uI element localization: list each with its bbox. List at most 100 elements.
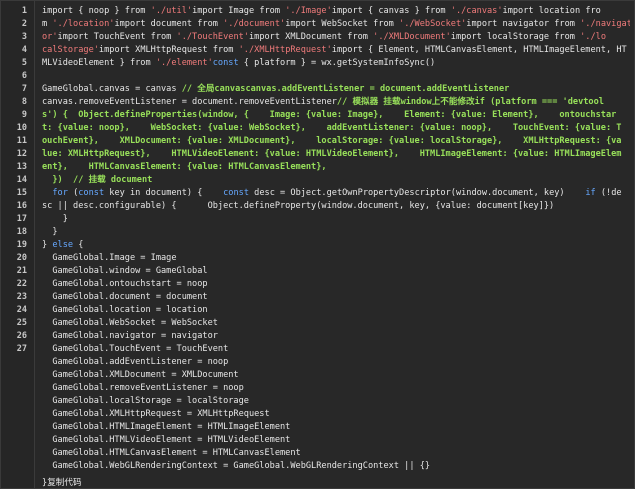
- line-number: 18: [16, 227, 27, 237]
- code-token: './document': [223, 19, 286, 29]
- code-token: const: [223, 188, 249, 198]
- code-token: './element': [155, 58, 213, 68]
- code-token: './util': [150, 6, 193, 16]
- code-line: }: [42, 213, 630, 226]
- code-token: or': [42, 32, 58, 42]
- line-number: 14: [16, 175, 27, 185]
- code-token: for: [52, 188, 68, 198]
- line-number: 5: [21, 58, 27, 68]
- code-line: } else {: [42, 239, 630, 252]
- code-line: GameGlobal.canvas = canvas // 全局canvasca…: [42, 83, 630, 96]
- code-token: {: [73, 240, 84, 250]
- code-token: import TouchEvent from: [57, 32, 177, 42]
- line-number: 4: [21, 45, 27, 55]
- line-number: 21: [16, 266, 27, 276]
- code-line: GameGlobal.HTMLVideoElement = HTMLVideoE…: [42, 434, 630, 447]
- code-line: or'import TouchEvent from './TouchEvent'…: [42, 31, 630, 44]
- code-token: const: [212, 58, 239, 68]
- copy-code-button[interactable]: 复制代码: [47, 478, 81, 488]
- line-number: 19: [16, 240, 27, 250]
- code-token: const: [78, 188, 105, 198]
- line-number: 22: [16, 279, 27, 289]
- code-token: import XMLHttpRequest from: [98, 45, 239, 55]
- line-number: 3: [21, 32, 27, 42]
- code-token: ouchEvent}, XMLDocument: {value: XMLDocu…: [42, 136, 622, 146]
- code-token: GameGlobal.canvas = canvas: [42, 84, 182, 94]
- code-token: }: [42, 227, 58, 237]
- code-line: GameGlobal.HTMLCanvasElement = HTMLCanva…: [42, 447, 630, 460]
- code-line: ent}, HTMLCanvasElement: {value: HTMLCan…: [42, 161, 630, 174]
- code-token: GameGlobal.XMLHttpRequest = XMLHttpReque…: [42, 409, 270, 419]
- code-line: import { noop } from './util'import Imag…: [42, 5, 630, 18]
- code-token: import { canvas } from: [331, 6, 451, 16]
- code-token: import { noop } from: [42, 6, 151, 16]
- code-token: GameGlobal.WebGLRenderingContext = GameG…: [42, 461, 431, 471]
- line-number: 27: [16, 344, 27, 354]
- code-block: 1 2 3 4 5 6 7 8 9 10 11 12 13 14 15 16 17 18 19 20 21 22 23 24 2…: [0, 0, 635, 489]
- code-token: MLVideoElement } from: [42, 58, 156, 68]
- code-token: GameGlobal.Image = Image: [42, 253, 177, 263]
- code-line: s') { Object.defineProperties(window, { …: [42, 109, 630, 122]
- code-content[interactable]: import { noop } from './util'import Imag…: [42, 5, 630, 473]
- code-token: }: [42, 240, 53, 250]
- code-line: GameGlobal.removeEventListener = noop: [42, 382, 630, 395]
- code-line: GameGlobal.window = GameGlobal: [42, 265, 630, 278]
- code-line: GameGlobal.WebGLRenderingContext = GameG…: [42, 460, 630, 473]
- code-line: lue: XMLHttpRequest}, HTMLVideoElement: …: [42, 148, 630, 161]
- code-token: GameGlobal.window = GameGlobal: [42, 266, 208, 276]
- line-number: 15: [16, 188, 27, 198]
- code-line: }) // 挂载 document: [42, 174, 630, 187]
- line-number: 26: [16, 331, 27, 341]
- line-number: 20: [16, 253, 27, 263]
- code-token: import document from: [114, 19, 224, 29]
- code-token: sc || desc.configurable) { Object.define…: [42, 201, 555, 211]
- code-token: GameGlobal.HTMLImageElement = HTMLImageE…: [42, 422, 291, 432]
- code-token: GameGlobal.document = document: [42, 292, 208, 302]
- code-footer: }复制代码: [42, 477, 82, 488]
- code-token: key in document) {: [104, 188, 224, 198]
- line-number: 2: [21, 19, 27, 29]
- line-number: 25: [16, 318, 27, 328]
- code-token: import location fro: [502, 6, 601, 16]
- line-number: 6: [21, 71, 27, 81]
- line-number: 9: [21, 110, 27, 120]
- code-token: (!de: [595, 188, 622, 198]
- code-token: GameGlobal.TouchEvent = TouchEvent: [42, 344, 229, 354]
- code-line: GameGlobal.Image = Image: [42, 252, 630, 265]
- code-token: GameGlobal.WebSocket = WebSocket: [42, 318, 218, 328]
- line-number: 1: [21, 6, 27, 16]
- code-line: for (const key in document) { const desc…: [42, 187, 630, 200]
- line-number-gutter: 1 2 3 4 5 6 7 8 9 10 11 12 13 14 15 16 17 18 19 20 21 22 23 24 2…: [1, 1, 35, 488]
- code-line: GameGlobal.localStorage = localStorage: [42, 395, 630, 408]
- code-line: MLVideoElement } from './element'const {…: [42, 57, 630, 70]
- code-token: import { Element, HTMLCanvasElement, HTM…: [331, 45, 627, 55]
- code-token: (: [67, 188, 79, 198]
- code-line: t: {value: noop}, WebSocket: {value: Web…: [42, 122, 630, 135]
- code-token: './XMLDocument': [373, 32, 451, 42]
- code-token: import Image from: [192, 6, 286, 16]
- code-line: }: [42, 226, 630, 239]
- code-token: else: [52, 240, 74, 250]
- code-token: canvas.removeEventListener = document.re…: [42, 97, 337, 107]
- code-line: GameGlobal.HTMLImageElement = HTMLImageE…: [42, 421, 630, 434]
- code-token: GameGlobal.ontouchstart = noop: [42, 279, 208, 289]
- code-token: }: [42, 214, 68, 224]
- code-token: m: [42, 19, 53, 29]
- code-token: GameGlobal.HTMLVideoElement = HTMLVideoE…: [42, 435, 291, 445]
- code-line: GameGlobal.location = location: [42, 304, 630, 317]
- line-number: 8: [21, 97, 27, 107]
- code-token: t: {value: noop}, WebSocket: {value: Web…: [42, 123, 622, 133]
- code-token: ent}, HTMLCanvasElement: {value: HTMLCan…: [42, 162, 327, 172]
- line-number: 24: [16, 305, 27, 315]
- code-line: GameGlobal.XMLHttpRequest = XMLHttpReque…: [42, 408, 630, 421]
- code-token: import WebSocket from: [285, 19, 400, 29]
- code-token: s') { Object.defineProperties(window, { …: [42, 110, 617, 120]
- code-token: './XMLHttpRequest': [238, 45, 332, 55]
- code-line: calStorage'import XMLHttpRequest from '.…: [42, 44, 630, 57]
- code-token: './location': [52, 19, 115, 29]
- code-token: GameGlobal.removeEventListener = noop: [42, 383, 244, 393]
- code-token: './navigat: [580, 19, 630, 29]
- code-token: import localStorage from: [450, 32, 581, 42]
- code-token: GameGlobal.HTMLCanvasElement = HTMLCanva…: [42, 448, 301, 458]
- code-token: }) // 挂载 document: [42, 175, 153, 185]
